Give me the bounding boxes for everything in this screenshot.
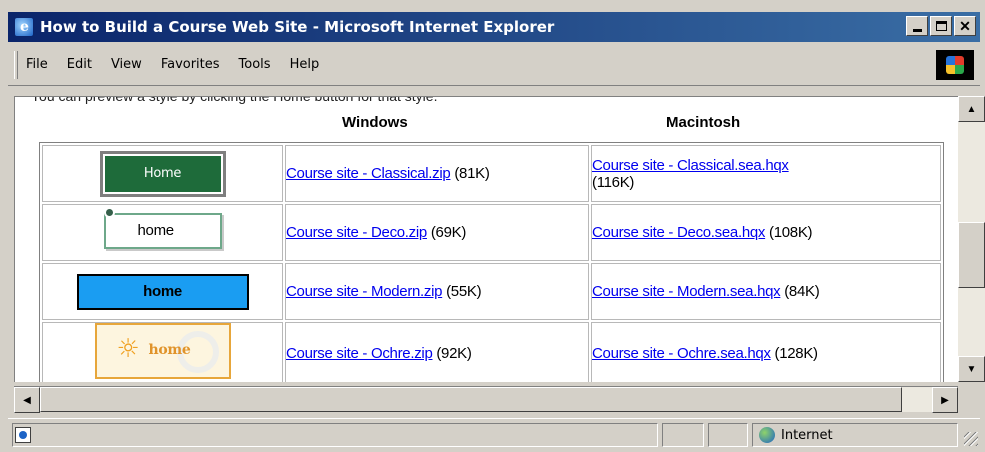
home-button-label: Home [104,155,221,192]
ie-page-icon [15,427,31,443]
menu-bar: File Edit View Favorites Tools Help [8,44,980,86]
preview-cell: Home [42,145,283,202]
preview-cell: home [42,263,283,320]
modern-zip-link[interactable]: Course site - Modern.zip [286,283,443,300]
file-size: (92K) [436,344,472,362]
preview-cell: ☼ home [42,322,283,382]
modern-hqx-link[interactable]: Course site - Modern.sea.hqx [592,283,781,300]
status-pane [662,423,704,447]
table-row: Home Course site - Classical.zip (81K) C… [42,145,941,202]
modern-home-button[interactable]: home [76,273,249,310]
file-size: (108K) [769,224,813,241]
menu-help[interactable]: Help [290,57,320,72]
windows-download-cell: Course site - Deco.zip (69K) [285,204,589,261]
scroll-left-button[interactable]: ◀ [14,387,40,413]
horizontal-scroll-thumb[interactable] [40,387,902,412]
file-size: (84K) [784,283,820,300]
menu-tools[interactable]: Tools [239,57,271,72]
ochre-home-button[interactable]: ☼ home [94,323,231,379]
home-button-label: home [137,221,175,239]
windows-download-cell: Course site - Modern.zip (55K) [285,263,589,320]
classical-home-button[interactable]: Home [99,150,226,197]
menu-favorites[interactable]: Favorites [161,57,220,72]
page-content: You can preview a style by clicking the … [14,96,958,382]
mac-download-cell: Course site - Classical.sea.hqx (116K) [591,145,941,202]
title-bar[interactable]: e How to Build a Course Web Site - Micro… [8,12,980,42]
menu-edit[interactable]: Edit [67,57,92,72]
browser-window: e How to Build a Course Web Site - Micro… [0,0,985,452]
table-row: ☼ home Course site - Ochre.zip (92K) Cou… [42,322,941,382]
minimize-button[interactable] [906,16,928,36]
menu-grip[interactable] [14,50,18,79]
file-size: (69K) [430,224,467,241]
mac-column-header: Macintosh [666,114,741,131]
intro-text: You can preview a style by clicking the … [31,96,438,104]
mac-download-cell: Course site - Ochre.sea.hqx (128K) [591,322,941,382]
security-zone-pane: Internet [752,423,958,447]
deco-dot-icon [103,206,115,218]
globe-icon [759,427,775,443]
file-size: (55K) [446,283,482,300]
status-bar: Internet [8,418,980,448]
classical-hqx-link[interactable]: Course site - Classical.sea.hqx [592,157,789,174]
scroll-down-button[interactable]: ▼ [958,356,985,382]
scroll-right-button[interactable]: ▶ [932,387,958,413]
resize-grip[interactable] [964,432,978,446]
ie-page-icon: e [14,17,34,37]
windows-column-header: Windows [342,114,408,131]
table-row: home Course site - Modern.zip (55K) Cour… [42,263,941,320]
home-button-label: home [148,342,191,358]
horizontal-scrollbar[interactable]: ◀ ▶ [14,386,958,413]
ochre-hqx-link[interactable]: Course site - Ochre.sea.hqx [592,345,771,362]
deco-home-button[interactable]: home [103,206,222,249]
status-pane [708,423,748,447]
vertical-scrollbar[interactable]: ▲ ▼ [958,96,985,382]
file-size: (81K) [454,165,490,182]
styles-table: Home Course site - Classical.zip (81K) C… [39,142,944,382]
mac-download-cell: Course site - Modern.sea.hqx (84K) [591,263,941,320]
window-controls: ✕ [906,16,976,36]
scroll-up-button[interactable]: ▲ [958,96,985,122]
zone-label: Internet [781,427,833,443]
ochre-zip-link[interactable]: Course site - Ochre.zip [286,345,433,362]
vertical-scroll-thumb[interactable] [958,222,985,288]
menu-file[interactable]: File [26,57,48,72]
sun-icon: ☼ [116,334,140,364]
status-text-pane [12,423,658,447]
deco-zip-link[interactable]: Course site - Deco.zip [286,224,427,241]
menu-view[interactable]: View [111,57,142,72]
preview-cell: home [42,204,283,261]
window-title: How to Build a Course Web Site - Microso… [40,18,555,36]
table-row: home Course site - Deco.zip (69K) Course… [42,204,941,261]
deco-hqx-link[interactable]: Course site - Deco.sea.hqx [592,224,765,241]
windows-download-cell: Course site - Classical.zip (81K) [285,145,589,202]
close-button[interactable]: ✕ [954,16,976,36]
mac-download-cell: Course site - Deco.sea.hqx (108K) [591,204,941,261]
classical-zip-link[interactable]: Course site - Classical.zip [286,165,451,182]
maximize-button[interactable] [930,16,952,36]
file-size: (128K) [774,344,819,362]
file-size: (116K) [592,173,635,191]
windows-download-cell: Course site - Ochre.zip (92K) [285,322,589,382]
windows-flag-icon [936,50,974,80]
